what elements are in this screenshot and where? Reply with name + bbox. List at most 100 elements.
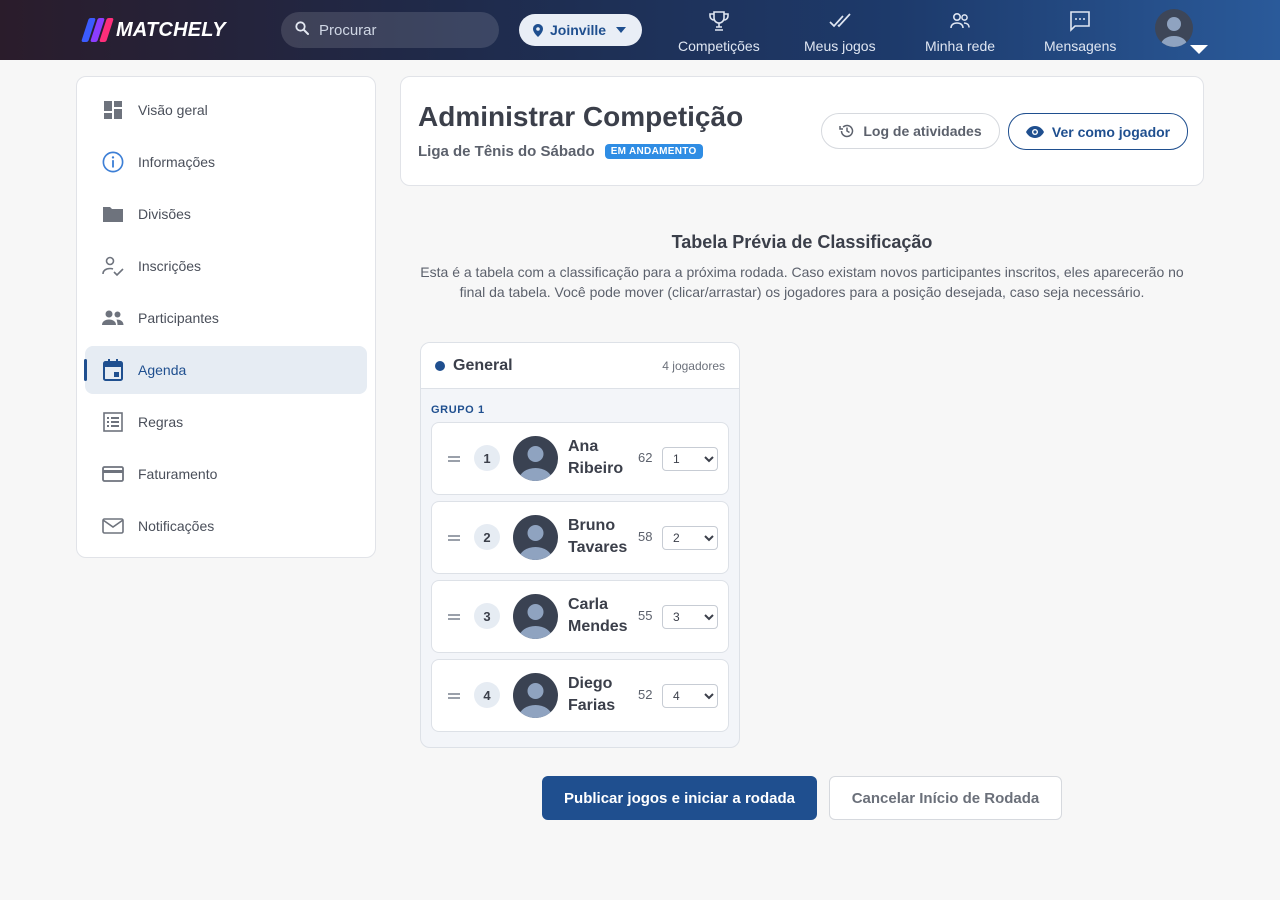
person-check-icon bbox=[102, 255, 124, 277]
sidebar-item-notificacoes[interactable]: Notificações bbox=[85, 502, 367, 550]
user-menu-chevron-icon[interactable] bbox=[1190, 45, 1208, 54]
sidebar-item-participantes[interactable]: Participantes bbox=[85, 294, 367, 342]
player-last-name: Ribeiro bbox=[568, 460, 624, 477]
position-select[interactable]: 1234 bbox=[662, 447, 718, 471]
sidebar-item-label: Visão geral bbox=[138, 102, 208, 118]
user-avatar[interactable] bbox=[1155, 9, 1193, 47]
sidebar-item-label: Regras bbox=[138, 414, 184, 430]
player-last-name: Farias bbox=[568, 697, 616, 714]
player-first-name: Bruno bbox=[568, 517, 616, 534]
page-title: Administrar Competição bbox=[418, 101, 744, 132]
position-badge: 3 bbox=[474, 603, 500, 629]
sidebar-item-agenda[interactable]: Agenda bbox=[84, 346, 367, 394]
activity-log-label: Log de atividades bbox=[863, 123, 982, 139]
nav-meus-jogos[interactable]: Meus jogos bbox=[804, 8, 876, 54]
player-first-name: Diego bbox=[568, 675, 613, 692]
sidebar-item-visao-geral[interactable]: Visão geral bbox=[85, 86, 367, 134]
sidebar-item-divisoes[interactable]: Divisões bbox=[85, 190, 367, 238]
division-name: General bbox=[453, 356, 513, 374]
calendar-icon bbox=[102, 359, 124, 381]
view-as-player-label: Ver como jogador bbox=[1051, 123, 1171, 140]
position-select[interactable]: 1234 bbox=[662, 684, 718, 708]
sidebar-item-regras[interactable]: Regras bbox=[85, 398, 367, 446]
standings-table: General 4 jogadores GRUPO 1 1 Ana Ribeiro 6… bbox=[420, 342, 740, 748]
player-count: 4 jogadores bbox=[662, 358, 725, 373]
eye-icon bbox=[1025, 125, 1044, 138]
sidebar-item-label: Notificações bbox=[138, 518, 215, 534]
sidebar-item-label: Faturamento bbox=[138, 466, 218, 482]
city-selector[interactable]: Joinville bbox=[519, 14, 642, 46]
position-select[interactable]: 1234 bbox=[662, 605, 718, 629]
preview-table-description: Esta é a tabela com a classificação para… bbox=[420, 264, 1184, 300]
nav-minha-rede[interactable]: Minha rede bbox=[925, 8, 995, 54]
table-row[interactable]: 2 Bruno Tavares 58 1234 bbox=[431, 501, 729, 574]
sidebar-item-informacoes[interactable]: Informações bbox=[85, 138, 367, 186]
nav-label: Mensagens bbox=[1044, 38, 1117, 54]
drag-handle-icon[interactable] bbox=[448, 456, 460, 462]
division-header: General 4 jogadores bbox=[421, 343, 739, 389]
position-select[interactable]: 1234 bbox=[662, 526, 718, 550]
chat-icon bbox=[1068, 8, 1092, 34]
sidebar-item-label: Inscrições bbox=[138, 258, 202, 274]
location-pin-icon bbox=[533, 23, 543, 37]
player-name: Ana Ribeiro bbox=[568, 436, 638, 480]
drag-handle-icon[interactable] bbox=[448, 614, 460, 620]
logo-mark-icon bbox=[81, 18, 114, 42]
trophy-icon bbox=[707, 8, 731, 34]
search-input[interactable] bbox=[319, 21, 479, 39]
player-last-name: Tavares bbox=[568, 539, 628, 556]
player-first-name: Ana bbox=[568, 438, 599, 455]
player-score: 58 bbox=[638, 529, 653, 544]
position-badge: 4 bbox=[474, 682, 500, 708]
table-row[interactable]: 3 Carla Mendes 55 1234 bbox=[431, 580, 729, 653]
cancel-round-button[interactable]: Cancelar Início de Rodada bbox=[829, 776, 1062, 820]
position-badge: 1 bbox=[474, 445, 500, 471]
player-avatar bbox=[513, 515, 558, 560]
admin-sidebar: Visão geral Informações Divisões Inscriç… bbox=[76, 76, 376, 558]
sidebar-item-label: Agenda bbox=[138, 362, 187, 378]
group-label: GRUPO 1 bbox=[431, 404, 485, 416]
folder-icon bbox=[102, 203, 124, 225]
competition-name: Liga de Tênis do Sábado bbox=[418, 143, 595, 160]
player-avatar bbox=[513, 436, 558, 481]
view-as-player-button[interactable]: Ver como jogador bbox=[1008, 113, 1188, 150]
player-rows: 1 Ana Ribeiro 62 1234 2 Bruno Tavares 58 1234 3 Car… bbox=[421, 422, 739, 732]
search-box bbox=[281, 12, 499, 48]
sidebar-item-faturamento[interactable]: Faturamento bbox=[85, 450, 367, 498]
nav-competicoes[interactable]: Competições bbox=[678, 8, 760, 54]
search-icon bbox=[295, 20, 309, 40]
status-badge: EM ANDAMENTO bbox=[604, 144, 703, 159]
table-row[interactable]: 1 Ana Ribeiro 62 1234 bbox=[431, 422, 729, 495]
sidebar-item-label: Informações bbox=[138, 154, 216, 170]
list-icon bbox=[102, 411, 124, 433]
history-icon bbox=[839, 123, 855, 139]
division-dot-icon bbox=[435, 360, 445, 371]
sidebar-item-label: Participantes bbox=[138, 310, 219, 326]
publish-round-button[interactable]: Publicar jogos e iniciar a rodada bbox=[542, 776, 817, 820]
people-icon bbox=[102, 307, 124, 329]
nav-label: Competições bbox=[678, 38, 760, 54]
drag-handle-icon[interactable] bbox=[448, 535, 460, 541]
player-name: Bruno Tavares bbox=[568, 515, 638, 559]
brand-logo[interactable]: MATCHELY bbox=[81, 17, 226, 43]
preview-table-title: Tabela Prévia de Classificação bbox=[671, 232, 933, 252]
player-score: 52 bbox=[638, 687, 653, 702]
player-last-name: Mendes bbox=[568, 618, 628, 635]
nav-mensagens[interactable]: Mensagens bbox=[1044, 8, 1116, 54]
nav-label: Meus jogos bbox=[804, 38, 876, 54]
nav-label: Minha rede bbox=[925, 38, 996, 54]
sidebar-item-label: Divisões bbox=[138, 206, 191, 222]
city-label: Joinville bbox=[550, 22, 607, 38]
dashboard-icon bbox=[102, 99, 124, 121]
credit-card-icon bbox=[102, 463, 124, 485]
player-score: 55 bbox=[638, 608, 653, 623]
competition-subtitle-row: Liga de Tênis do Sábado EM ANDAMENTO bbox=[418, 143, 703, 160]
mail-icon bbox=[102, 515, 124, 537]
table-row[interactable]: 4 Diego Farias 52 1234 bbox=[431, 659, 729, 732]
drag-handle-icon[interactable] bbox=[448, 693, 460, 699]
activity-log-button[interactable]: Log de atividades bbox=[821, 113, 1000, 149]
player-score: 62 bbox=[638, 450, 653, 465]
top-navbar: MATCHELY Joinville Competições Meus jogo… bbox=[0, 0, 1280, 60]
player-name: Carla Mendes bbox=[568, 594, 638, 638]
sidebar-item-inscricoes[interactable]: Inscrições bbox=[85, 242, 367, 290]
